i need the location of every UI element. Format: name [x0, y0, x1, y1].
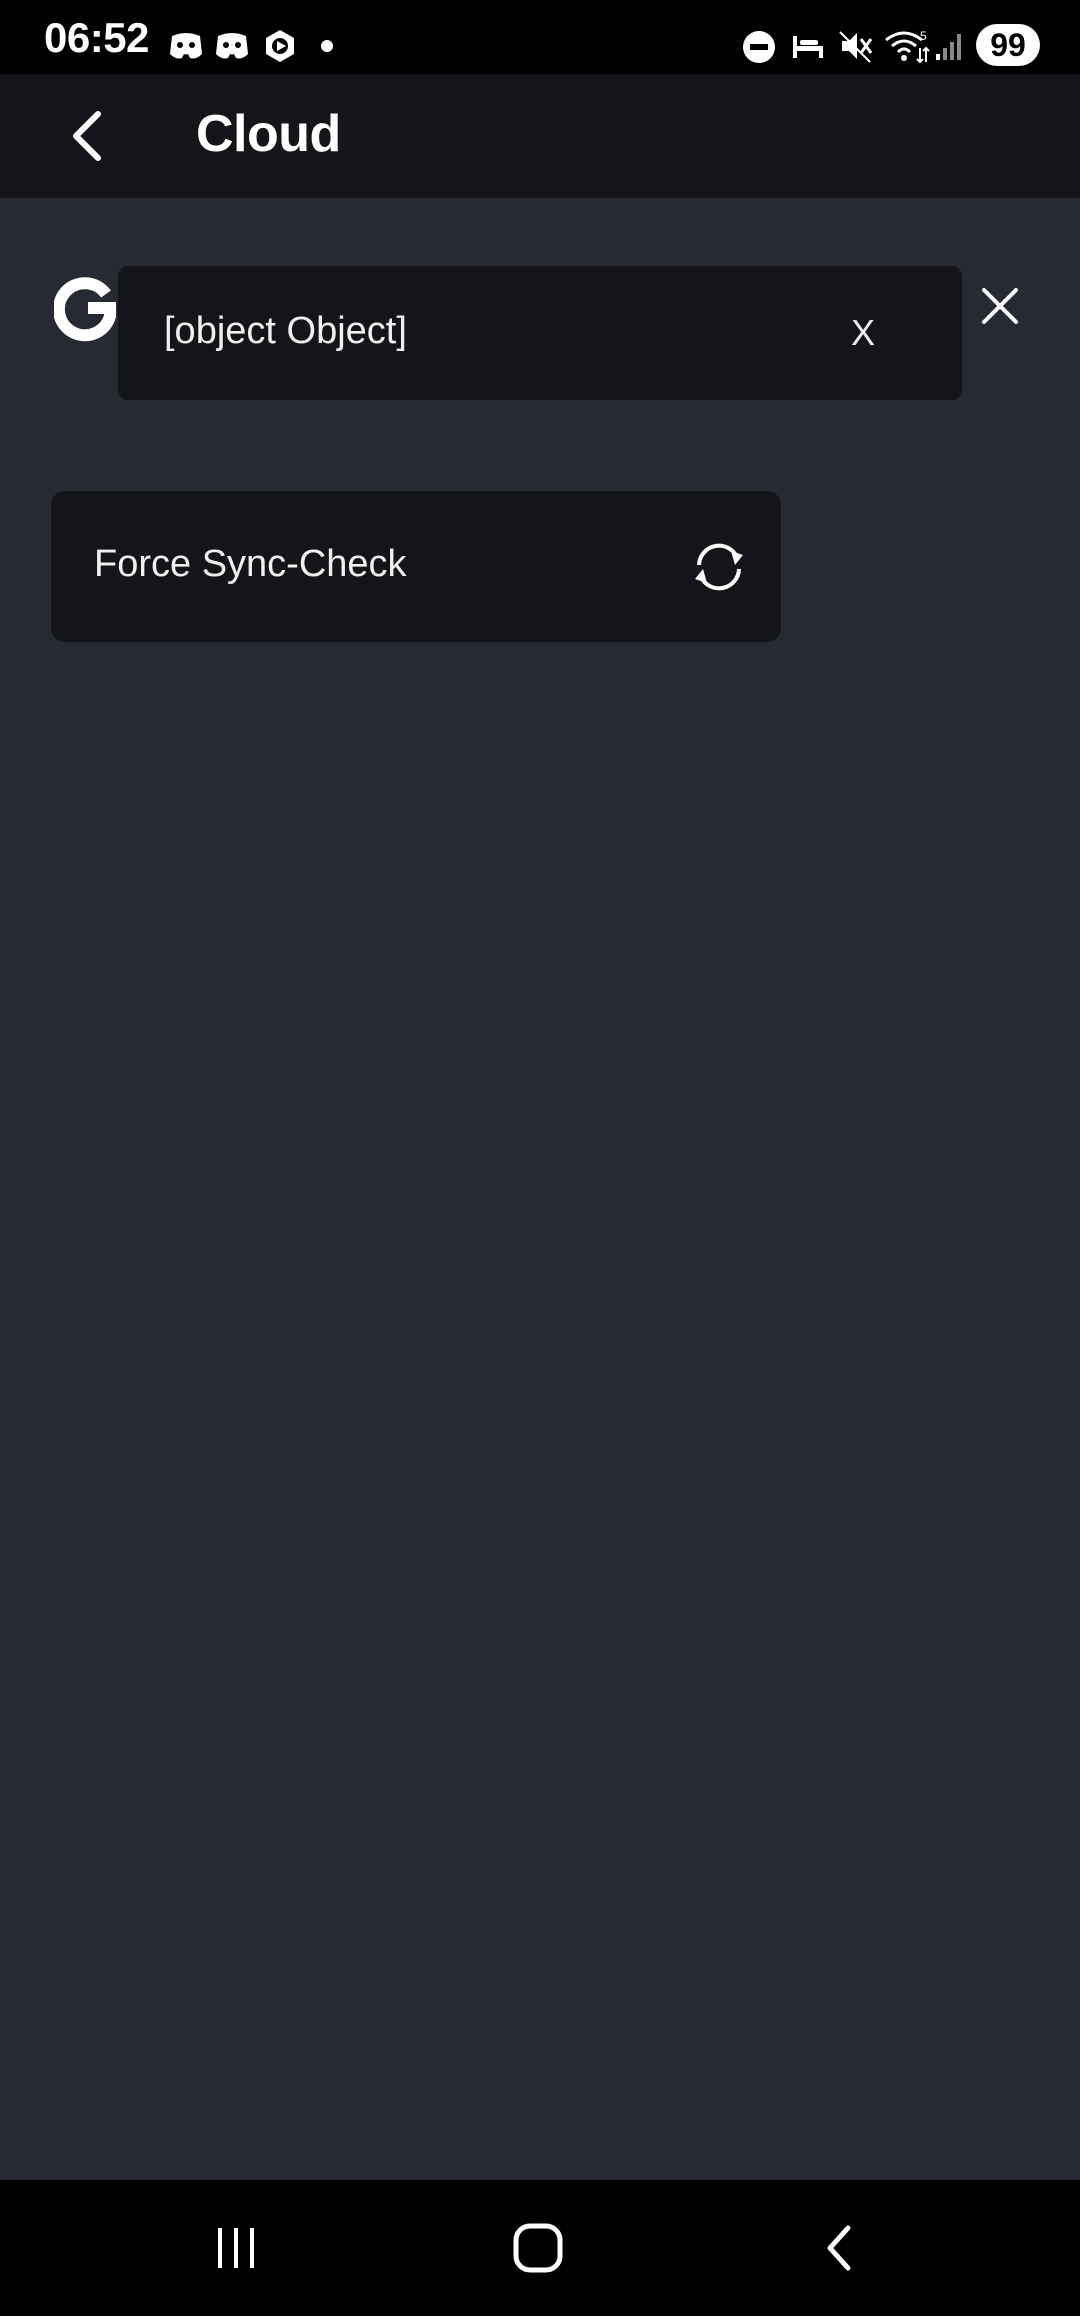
recent-apps-icon [218, 2228, 254, 2268]
mute-icon [839, 31, 873, 63]
system-back-button[interactable] [800, 2210, 880, 2286]
page-title: Cloud [196, 105, 341, 163]
back-icon [827, 2225, 851, 2271]
navigation-bar [0, 2180, 1080, 2316]
wifi-icon: 5 [885, 29, 930, 64]
signal-icon [936, 34, 961, 60]
force-sync-check-button[interactable]: Force Sync-Check [51, 491, 781, 642]
google-g-icon [54, 277, 116, 342]
sleep-icon [793, 36, 823, 58]
app-bar: Cloud [0, 74, 1080, 198]
discord-icon [216, 33, 248, 59]
close-icon [982, 288, 1018, 324]
home-button[interactable] [498, 2210, 578, 2286]
svg-text:5: 5 [920, 29, 927, 43]
toast-close-button[interactable]: X [838, 306, 888, 360]
force-sync-check-label: Force Sync-Check [94, 543, 407, 585]
discord-icon [170, 33, 202, 59]
toast-text: [object Object] [164, 310, 407, 352]
battery-indicator: 99 [976, 24, 1040, 66]
sync-icon [695, 543, 743, 591]
do-not-disturb-icon [743, 31, 775, 63]
status-bar: 06:52 5 99 [0, 0, 1080, 74]
chevron-left-icon [73, 111, 101, 161]
status-time: 06:52 [44, 14, 149, 61]
recent-apps-button[interactable] [196, 2210, 276, 2286]
close-button[interactable] [976, 282, 1024, 330]
home-icon [513, 2223, 563, 2273]
dot-icon [321, 40, 333, 52]
play-hexagon-icon [266, 30, 294, 62]
toast-message: [object Object] X [118, 266, 962, 400]
back-button[interactable] [56, 104, 120, 168]
